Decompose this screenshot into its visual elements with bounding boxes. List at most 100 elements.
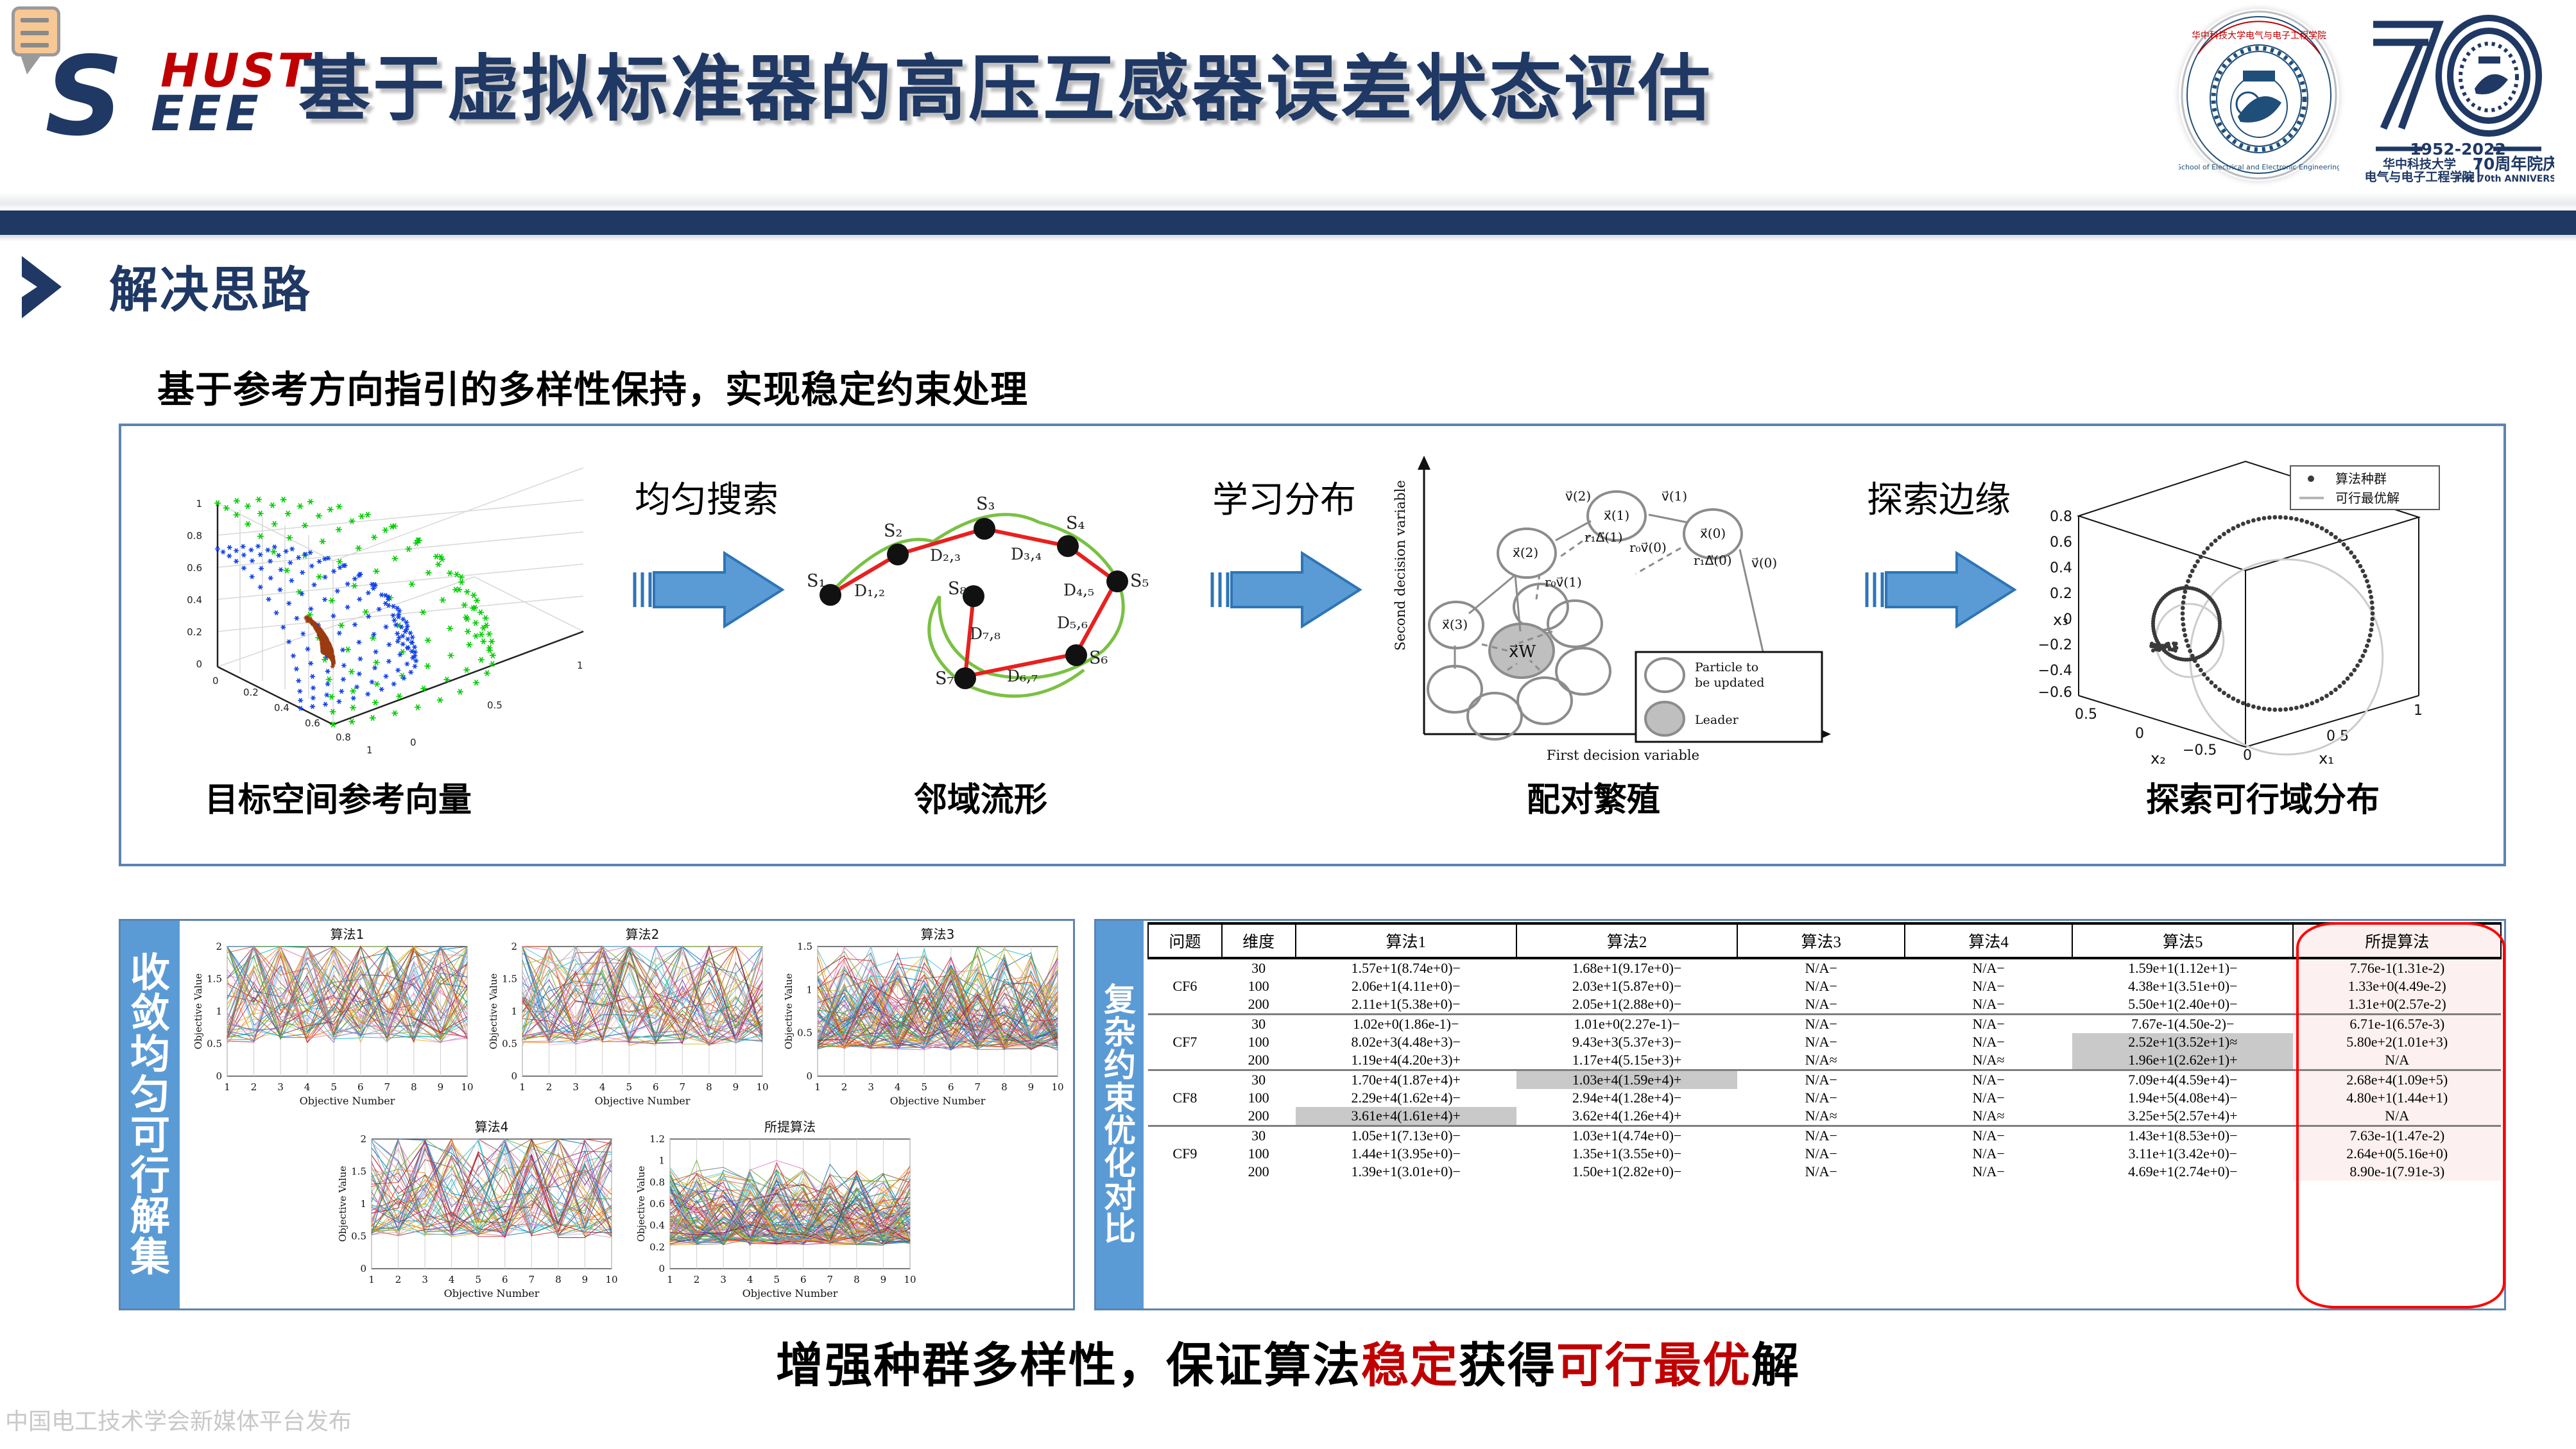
svg-text:10: 10	[904, 1274, 916, 1285]
university-crest-icon: 华中科技大学电气与电子工程学院 School of Electrical and…	[2179, 9, 2339, 181]
th-algorithm-1: 算法1	[1296, 923, 1516, 958]
cell-problem: CF8	[1148, 1089, 1222, 1107]
th-algorithm-3: 算法3	[1737, 923, 1905, 958]
cell-algorithm-2: 1.03e+1(4.74e+0)−	[1516, 1126, 1737, 1145]
cell-dimension: 30	[1222, 958, 1296, 977]
cell-dimension: 30	[1222, 1070, 1296, 1090]
svg-text:0.2: 0.2	[649, 1241, 665, 1253]
page-title: 基于虚拟标准器的高压互感器误差状态评估	[298, 31, 1713, 135]
svg-text:7: 7	[975, 1081, 981, 1093]
svg-text:−0.6: −0.6	[2038, 685, 2072, 701]
cell-algorithm-1: 8.02e+3(4.48e+3)−	[1296, 1033, 1516, 1051]
cell-algorithm-3: N/A−	[1737, 958, 1905, 977]
table-row: 200 1.39e+1(3.01e+0)− 1.50e+1(2.82e+0)− N/A…	[1148, 1163, 2501, 1181]
svg-text:0.8: 0.8	[2050, 509, 2072, 525]
svg-text:9: 9	[733, 1081, 739, 1093]
flow-arrow-label-1: 均匀搜索	[635, 471, 778, 523]
th-dimension: 维度	[1222, 923, 1296, 958]
cell-algorithm-5: 3.25e+5(2.57e+4)+	[2072, 1107, 2293, 1126]
svg-text:4: 4	[747, 1274, 753, 1285]
cell-algorithm-2: 1.68e+1(9.17e+0)−	[1516, 958, 1737, 977]
sidebar-char-5: 行	[130, 1155, 170, 1196]
table-row: 30 1.02e+0(1.86e-1)− 1.01e+0(2.27e-1)− N/A−…	[1148, 1015, 2501, 1034]
cell-algorithm-2: 1.35e+1(3.55e+0)−	[1516, 1145, 1737, 1163]
svg-text:0.5: 0.5	[207, 1038, 222, 1050]
svg-text:0: 0	[806, 1070, 812, 1082]
svg-text:D₁,₂: D₁,₂	[854, 581, 885, 600]
svg-text:9: 9	[438, 1081, 444, 1093]
svg-text:2: 2	[216, 941, 222, 952]
cell-problem: CF7	[1148, 1033, 1222, 1051]
cell-algorithm-3: N/A−	[1737, 1163, 1905, 1181]
svg-text:1: 1	[511, 1006, 517, 1017]
table-row: 200 1.19e+4(4.20e+3)+ 1.17e+4(5.15e+3)+ N/A…	[1148, 1051, 2501, 1070]
svg-text:4: 4	[599, 1081, 606, 1093]
cell-algorithm-3: N/A≈	[1737, 1107, 1905, 1126]
svg-text:7: 7	[529, 1274, 535, 1285]
header-accent-shadow	[0, 235, 2576, 241]
table-row: 200 2.11e+1(5.38e+0)− 2.05e+1(2.88e+0)− N/A…	[1148, 995, 2501, 1015]
svg-text:华中科技大学: 华中科技大学	[2383, 157, 2456, 171]
svg-text:算法4: 算法4	[475, 1119, 509, 1135]
svg-text:Objective Value: Objective Value	[635, 1166, 647, 1242]
cell-proposed: 7.76e-1(1.31e-2)	[2293, 958, 2501, 977]
th-algorithm-2: 算法2	[1516, 923, 1737, 958]
cell-dimension: 200	[1222, 995, 1296, 1015]
table-row: CF6 100 2.06e+1(4.11e+0)− 2.03e+1(5.87e+0)−…	[1148, 977, 2501, 995]
svg-text:2: 2	[546, 1081, 553, 1093]
table-row: 30 1.57e+1(8.74e+0)− 1.68e+1(9.17e+0)− N/A−…	[1148, 958, 2501, 977]
figure-caption-3: 配对繁殖	[1527, 773, 1660, 821]
svg-text:0: 0	[658, 1263, 665, 1274]
cell-algorithm-4: N/A−	[1905, 958, 2072, 977]
figure-reference-vectors: 1 0.8 0.6 0.4 0.2 0 0 0.2 0.4 0.6 0.8 1 …	[141, 439, 603, 760]
convergence-charts-grid: 算法1 1 2 3 4 5 6 7 8 9 10 0 0.5 1 1.5 2 Objective Value Ob…	[185, 925, 1072, 1307]
svg-text:0: 0	[2135, 726, 2144, 742]
cell-algorithm-5: 4.69e+1(2.74e+0)−	[2072, 1163, 2293, 1181]
cell-dimension: 100	[1222, 977, 1296, 995]
conclusion-text: 增强种群多样性，保证算法稳定获得可行最优解	[0, 1327, 2576, 1396]
sidebar-char-7: 集	[130, 1237, 170, 1277]
sidebar-char-5: 化	[1104, 1147, 1136, 1180]
svg-text:0: 0	[212, 675, 219, 687]
svg-text:Objective Value: Objective Value	[193, 973, 204, 1050]
figure-caption-1: 目标空间参考向量	[205, 773, 472, 821]
sidebar-char-3: 匀	[130, 1074, 170, 1115]
figure-caption-4: 探索可行域分布	[2146, 773, 2380, 821]
cell-proposed: 1.31e+0(2.57e-2)	[2293, 995, 2501, 1015]
svg-text:r₀v⃗(0): r₀v⃗(0)	[1629, 540, 1667, 555]
cell-algorithm-5: 1.94e+5(4.08e+4)−	[2072, 1089, 2293, 1107]
svg-text:0: 0	[511, 1070, 517, 1082]
svg-text:10: 10	[605, 1274, 617, 1285]
cell-algorithm-1: 2.11e+1(5.38e+0)−	[1296, 995, 1516, 1015]
svg-text:0.2: 0.2	[2050, 586, 2072, 602]
seee-wordmark-logo: S HUST EEE	[45, 40, 289, 133]
svg-text:1: 1	[360, 1198, 366, 1210]
header-divider	[0, 193, 2576, 210]
pso-xlabel: First decision variable	[1547, 748, 1699, 763]
svg-text:S₂: S₂	[884, 521, 902, 541]
conclusion-red-2: 可行最优	[1556, 1338, 1751, 1393]
cell-dimension: 30	[1222, 1126, 1296, 1145]
cell-dimension: 200	[1222, 1107, 1296, 1126]
svg-text:S₆: S₆	[1089, 648, 1108, 668]
svg-text:0: 0	[410, 737, 416, 748]
svg-text:r₁Δ⃗(0): r₁Δ⃗(0)	[1694, 553, 1732, 568]
svg-text:1.2: 1.2	[649, 1133, 665, 1145]
cell-algorithm-1: 2.29e+4(1.62e+4)−	[1296, 1089, 1516, 1107]
cell-algorithm-2: 2.05e+1(2.88e+0)−	[1516, 995, 1737, 1015]
cell-algorithm-2: 1.01e+0(2.27e-1)−	[1516, 1015, 1737, 1034]
svg-text:D₂,₃: D₂,₃	[930, 546, 961, 565]
table-header-row: 问题 维度 算法1 算法2 算法3 算法4 算法5 所提算法	[1148, 923, 2501, 958]
svg-text:2: 2	[511, 941, 517, 952]
svg-text:0.5: 0.5	[487, 699, 502, 711]
svg-text:D₆,₇: D₆,₇	[1007, 667, 1038, 685]
svg-text:7: 7	[384, 1081, 391, 1093]
svg-text:0.5: 0.5	[2075, 707, 2097, 723]
table-body: 30 1.57e+1(8.74e+0)− 1.68e+1(9.17e+0)− N/A−…	[1148, 958, 2501, 1181]
cell-algorithm-4: N/A−	[1905, 977, 2072, 995]
cell-proposed: 4.80e+1(1.44e+1)	[2293, 1089, 2501, 1107]
svg-text:S₅: S₅	[1130, 571, 1149, 591]
svg-text:0.5: 0.5	[797, 1027, 812, 1039]
section-subheading: 基于参考方向指引的多样性保持，实现稳定约束处理	[157, 359, 1028, 413]
chevron-right-icon	[19, 253, 96, 321]
